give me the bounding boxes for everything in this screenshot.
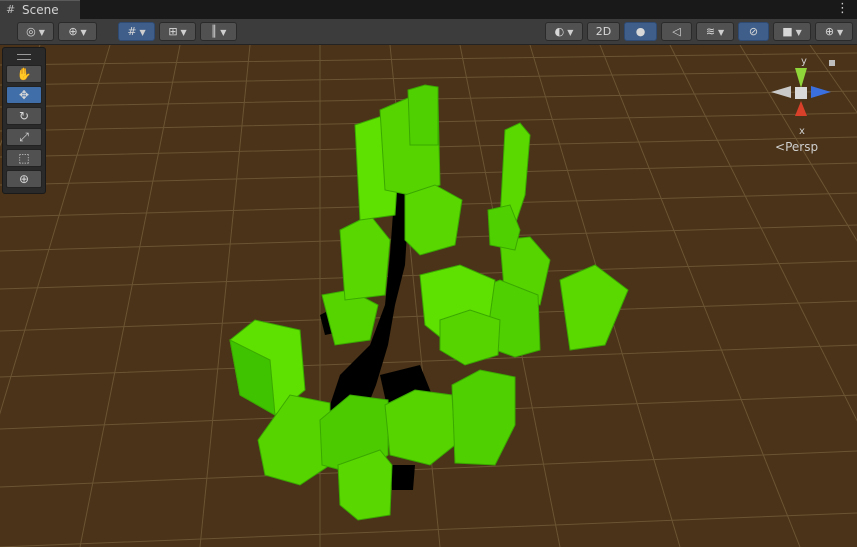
hand-icon: ✋ (16, 67, 32, 81)
scale-icon: ⤢ (19, 130, 29, 144)
move-tool[interactable]: ✥ (6, 86, 42, 104)
kebab-menu-icon[interactable]: ⋮ (836, 1, 849, 16)
x-axis-cone[interactable] (795, 101, 807, 116)
y-axis-cone[interactable] (795, 68, 807, 88)
draw-mode-dropdown[interactable]: ◎ ▼ (17, 22, 54, 41)
grid-snap-icon: # (127, 25, 137, 38)
perspective-icon: < (775, 140, 786, 154)
shading-mode-dropdown[interactable]: ◐ ▼ (545, 22, 583, 41)
chevron-down-icon: ▼ (220, 28, 227, 37)
chevron-down-icon: ▼ (139, 28, 146, 37)
gizmo-y-label: y (801, 56, 807, 67)
scene-viewport[interactable] (0, 45, 857, 547)
audio-toggle-button[interactable]: ◁ (661, 22, 692, 41)
gizmos-dropdown[interactable]: ⊕ ▼ (815, 22, 853, 41)
sphere-icon: ◐ (554, 25, 565, 38)
gizmo-center-cube[interactable] (795, 87, 807, 99)
lock-icon[interactable] (829, 60, 835, 66)
shaded-icon: ◎ (26, 25, 36, 38)
global-local-dropdown[interactable]: ⊕ ▼ (58, 22, 97, 41)
z-axis-cone[interactable] (811, 86, 831, 98)
rect-tool[interactable]: ⬚ (6, 149, 42, 167)
transform-tool[interactable]: ⊕ (6, 170, 42, 188)
camera-dropdown[interactable]: ■ ▼ (773, 22, 811, 41)
chevron-down-icon: ▼ (718, 28, 725, 37)
ruler-icon: ║ (210, 25, 218, 38)
chevron-down-icon: ▼ (80, 28, 87, 37)
rotate-icon: ↻ (18, 109, 30, 123)
chevron-down-icon: ▼ (567, 28, 574, 37)
scene-tab-label: Scene (22, 3, 59, 17)
rect-icon: ⬚ (18, 151, 30, 165)
hand-tool[interactable]: ✋ (6, 65, 42, 83)
scale-tool[interactable]: ⤢ (6, 128, 42, 146)
effects-icon: ≋ (705, 25, 716, 38)
lighting-toggle-button[interactable]: ● (624, 22, 657, 41)
projection-toggle[interactable]: <Persp (775, 140, 818, 154)
speaker-icon: ◁ (672, 25, 681, 38)
2d-toggle-button[interactable]: 2D (587, 22, 620, 41)
gizmo-x-label: x (799, 126, 805, 137)
tools-panel: ✋ ✥ ↻ ⤢ ⬚ ⊕ (2, 47, 46, 194)
chevron-down-icon: ▼ (795, 28, 802, 37)
grid-snapping-button[interactable]: # ▼ (118, 22, 155, 41)
rotate-tool[interactable]: ↻ (6, 107, 42, 125)
effects-dropdown[interactable]: ≋ ▼ (696, 22, 734, 41)
globe-icon: ⊕ (68, 25, 78, 38)
chevron-down-icon: ▼ (837, 28, 844, 37)
grid-icon: # (6, 3, 16, 16)
lightbulb-icon: ● (635, 25, 646, 38)
eye-slash-icon: ⊘ (748, 25, 759, 38)
scene-toolbar: ◎ ▼ ⊕ ▼ # ▼ ⊞ ▼ ║ ▼ ◐ ▼ 2D ● ◁ ≋ ▼ ⊘ ■ ▼ ⊕ ▼ (0, 19, 857, 45)
hidden-objects-toggle[interactable]: ⊘ (738, 22, 769, 41)
ruler-dropdown[interactable]: ║ ▼ (200, 22, 237, 41)
projection-label: Persp (785, 140, 819, 154)
camera-icon: ■ (782, 25, 793, 38)
neg-x-axis-cone[interactable] (771, 86, 791, 98)
tab-bar: # Scene ⋮ (0, 0, 857, 19)
increment-snap-button[interactable]: ⊞ ▼ (159, 22, 196, 41)
scene-tab[interactable]: # Scene (0, 0, 80, 19)
orientation-gizmo[interactable]: y x (765, 56, 845, 138)
transform-icon: ⊕ (18, 172, 30, 186)
chevron-down-icon: ▼ (38, 28, 45, 37)
panel-grip-icon[interactable] (17, 54, 31, 60)
gizmo-icon: ⊕ (824, 25, 835, 38)
scene-canvas[interactable] (0, 45, 857, 547)
snap-increment-icon: ⊞ (168, 25, 178, 38)
move-icon: ✥ (18, 88, 30, 102)
chevron-down-icon: ▼ (180, 28, 187, 37)
